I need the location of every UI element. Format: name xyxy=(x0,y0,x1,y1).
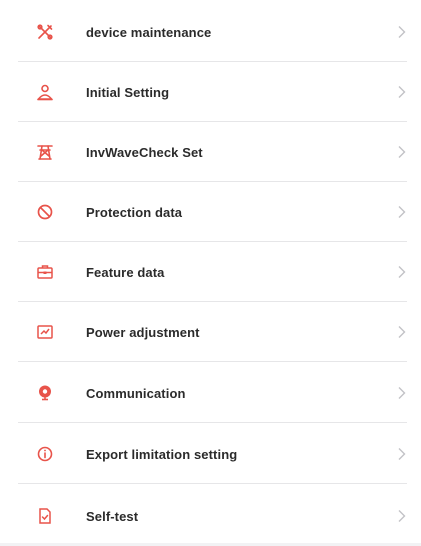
chevron-right-icon xyxy=(397,85,407,99)
user-settings-icon xyxy=(36,83,54,101)
info-circle-icon xyxy=(36,445,54,463)
menu-item-label: InvWaveCheck Set xyxy=(86,144,203,160)
chevron-right-icon xyxy=(397,205,407,219)
prohibit-icon xyxy=(36,203,54,221)
power-tower-icon xyxy=(36,143,54,161)
menu-item-power-adjustment[interactable]: Power adjustment xyxy=(0,302,421,362)
menu-item-label: Initial Setting xyxy=(86,84,170,100)
chevron-right-icon xyxy=(397,265,407,279)
menu-item-label: Self-test xyxy=(86,508,139,524)
menu-item-invwavecheck-set[interactable]: InvWaveCheck Set xyxy=(0,122,421,182)
settings-menu-list: device maintenance Initial Setting InvWa… xyxy=(0,0,421,543)
tools-icon xyxy=(36,23,54,41)
chevron-right-icon xyxy=(397,325,407,339)
chevron-right-icon xyxy=(397,25,407,39)
briefcase-icon xyxy=(36,263,54,281)
menu-item-label: Power adjustment xyxy=(86,324,200,340)
adjust-panel-icon xyxy=(36,323,54,341)
menu-item-label: Export limitation setting xyxy=(86,446,238,462)
menu-item-communication[interactable]: Communication xyxy=(0,363,421,423)
menu-item-self-test[interactable]: Self-test xyxy=(0,486,421,546)
menu-item-label: Protection data xyxy=(86,204,183,220)
chevron-right-icon xyxy=(397,386,407,400)
menu-item-protection-data[interactable]: Protection data xyxy=(0,182,421,242)
menu-item-label: Feature data xyxy=(86,264,165,280)
chevron-right-icon xyxy=(397,145,407,159)
menu-item-export-limitation-setting[interactable]: Export limitation setting xyxy=(0,424,421,484)
menu-item-label: device maintenance xyxy=(86,24,212,40)
menu-item-label: Communication xyxy=(86,385,186,401)
chevron-right-icon xyxy=(397,509,407,523)
menu-item-device-maintenance[interactable]: device maintenance xyxy=(0,2,421,62)
communication-icon xyxy=(36,384,54,402)
menu-item-feature-data[interactable]: Feature data xyxy=(0,242,421,302)
document-check-icon xyxy=(36,507,54,525)
chevron-right-icon xyxy=(397,447,407,461)
menu-item-initial-setting[interactable]: Initial Setting xyxy=(0,62,421,122)
